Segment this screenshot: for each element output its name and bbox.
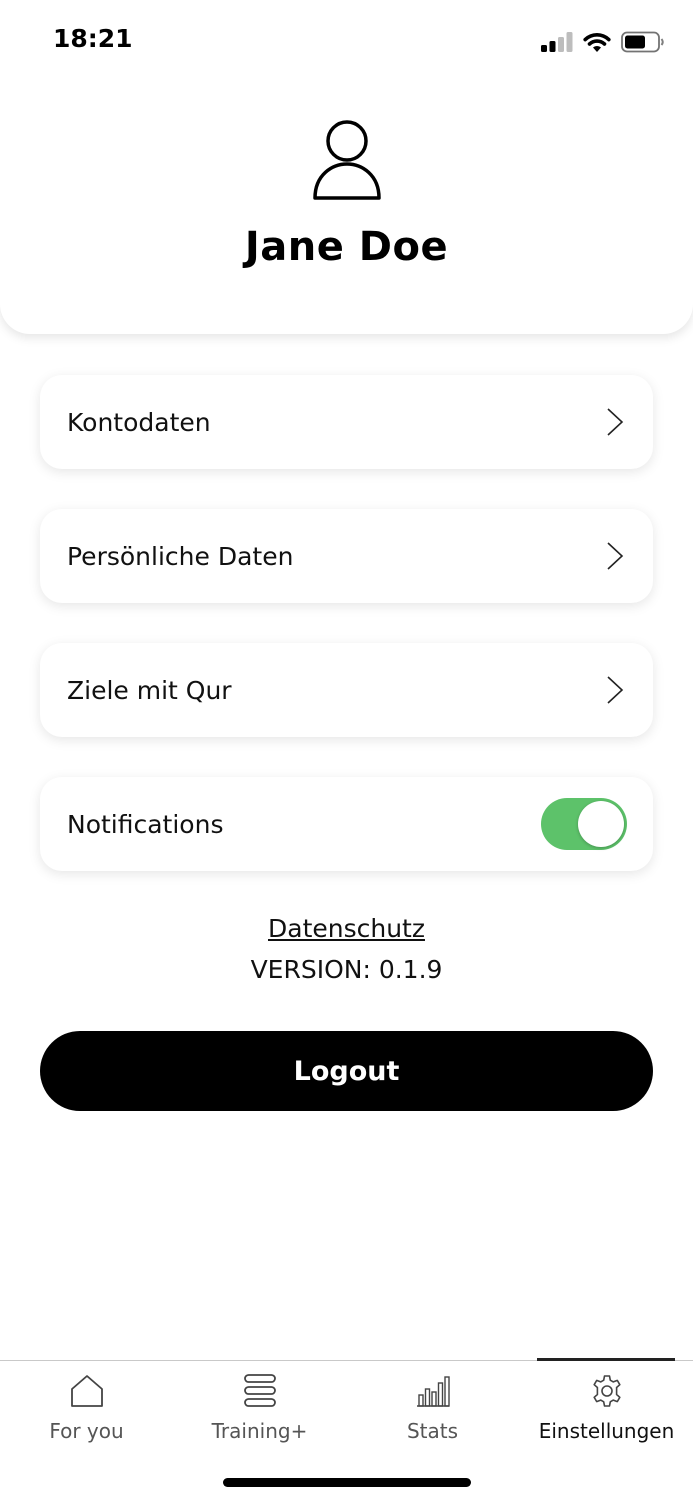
notifications-label: Notifications [67, 809, 224, 839]
nav-item-stats[interactable]: Stats [346, 1361, 519, 1461]
privacy-link-row: Datenschutz [0, 914, 693, 943]
menu-item-ziele[interactable]: Ziele mit Qur [40, 643, 653, 737]
wifi-icon [583, 33, 611, 52]
nav-item-training[interactable]: Training+ [173, 1361, 346, 1461]
status-icons [541, 30, 665, 54]
stack-icon [243, 1374, 276, 1407]
nav-label: Training+ [211, 1419, 308, 1443]
nav-label: Stats [406, 1419, 459, 1443]
menu-item-label: Kontodaten [67, 407, 211, 437]
logout-button[interactable]: Logout [40, 1031, 653, 1111]
toggle-knob [578, 801, 624, 847]
version-text: VERSION: 0.1.9 [250, 955, 443, 984]
status-time: 18:21 [53, 24, 133, 53]
battery-icon [621, 31, 664, 53]
nav-label: For you [49, 1419, 124, 1443]
menu-item-label: Ziele mit Qur [67, 675, 232, 705]
user-icon [313, 120, 381, 200]
nav-item-einstellungen[interactable]: Einstellungen [520, 1361, 693, 1461]
chevron-right-icon [607, 542, 624, 570]
nav-label: Einstellungen [538, 1419, 675, 1443]
signal-icon [541, 32, 573, 52]
nav-item-for-you[interactable]: For you [0, 1361, 173, 1461]
notifications-toggle[interactable] [541, 798, 627, 850]
home-icon [70, 1375, 103, 1407]
bar-chart-icon [416, 1376, 450, 1407]
user-name: Jane Doe [244, 224, 449, 270]
chevron-right-icon [607, 408, 624, 436]
menu-item-kontodaten[interactable]: Kontodaten [40, 375, 653, 469]
home-indicator[interactable] [223, 1478, 471, 1487]
privacy-link[interactable]: Datenschutz [268, 914, 425, 943]
menu-item-label: Persönliche Daten [67, 541, 294, 571]
gear-icon [592, 1375, 621, 1407]
notifications-row: Notifications [40, 777, 653, 871]
status-bar: 18:21 [0, 0, 693, 84]
chevron-right-icon [607, 676, 624, 704]
menu-item-persoenliche-daten[interactable]: Persönliche Daten [40, 509, 653, 603]
